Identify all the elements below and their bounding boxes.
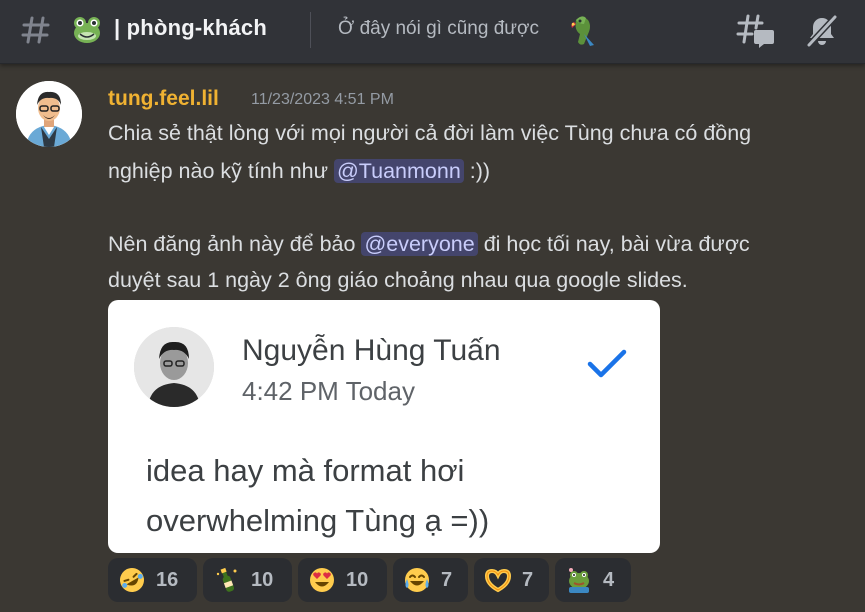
reaction-champagne[interactable]: 10: [203, 558, 292, 602]
reaction-count: 4: [603, 568, 615, 591]
attachment-comment-line: overwhelming Tùng ạ =)): [146, 503, 490, 538]
message-text: :)): [463, 159, 491, 183]
message-text: đi học tối nay, bài vừa được: [477, 232, 750, 256]
username[interactable]: tung.feel.lil: [108, 87, 219, 111]
message-line: Nên đăng ảnh này để bảo @everyone đi học…: [108, 229, 750, 259]
reaction-count: 7: [522, 568, 534, 591]
checkmark-icon: [587, 349, 627, 378]
attachment-time: 4:42 PM Today: [242, 376, 415, 406]
heart-eyes-icon: [310, 568, 334, 592]
hash-icon: [21, 16, 50, 44]
attachment-author-avatar: [134, 327, 214, 407]
message-line: duyệt sau 1 ngày 2 ông giáo choảng nhau …: [108, 268, 688, 292]
message-line: Chia sẻ thật lòng với mọi người cả đời l…: [108, 121, 752, 145]
reaction-heart-hands[interactable]: 7: [474, 558, 549, 602]
message-timestamp: 11/23/2023 4:51 PM: [251, 91, 394, 108]
channel-name: | phòng-khách: [114, 15, 267, 40]
everyone-mention[interactable]: @everyone: [361, 232, 478, 256]
reaction-count: 10: [346, 568, 369, 591]
message-line: nghiệp nào kỹ tính như @Tuanmonn :)): [108, 156, 490, 186]
joy-icon: [405, 568, 429, 592]
reaction-joy[interactable]: 7: [393, 558, 468, 602]
reaction-count: 10: [251, 568, 274, 591]
user-mention[interactable]: @Tuanmonn: [333, 159, 464, 183]
reaction-rofl[interactable]: 16: [108, 558, 197, 602]
image-attachment[interactable]: Nguyễn Hùng Tuấn 4:42 PM Today idea hay …: [108, 300, 660, 553]
message-text: nghiệp nào kỹ tính như: [108, 159, 334, 183]
reaction-pepe-frog[interactable]: 4: [555, 558, 631, 602]
champagne-icon: [216, 567, 237, 592]
header-divider: [310, 12, 311, 48]
avatar[interactable]: [16, 81, 82, 147]
channel-topic[interactable]: Ở đây nói gì cũng được: [338, 18, 539, 40]
threads-icon[interactable]: [736, 12, 776, 50]
message-text: Nên đăng ảnh này để bảo: [108, 232, 362, 256]
reaction-count: 16: [156, 568, 179, 591]
frog-emoji-icon: [74, 17, 100, 43]
heart-hands-icon: [484, 568, 512, 593]
reaction-count: 7: [441, 568, 453, 591]
rofl-icon: [120, 568, 144, 592]
mute-icon[interactable]: [804, 13, 840, 49]
attachment-comment-line: idea hay mà format hơi: [146, 453, 465, 488]
avatar-image: [16, 81, 82, 147]
channel-header: | phòng-khách Ở đây nói gì cũng được: [0, 0, 865, 64]
reaction-heart-eyes[interactable]: 10: [298, 558, 387, 602]
parrot-emoji-icon: [571, 16, 594, 46]
attachment-author-name: Nguyễn Hùng Tuấn: [242, 334, 501, 367]
pepe-frog-icon: [569, 568, 589, 593]
